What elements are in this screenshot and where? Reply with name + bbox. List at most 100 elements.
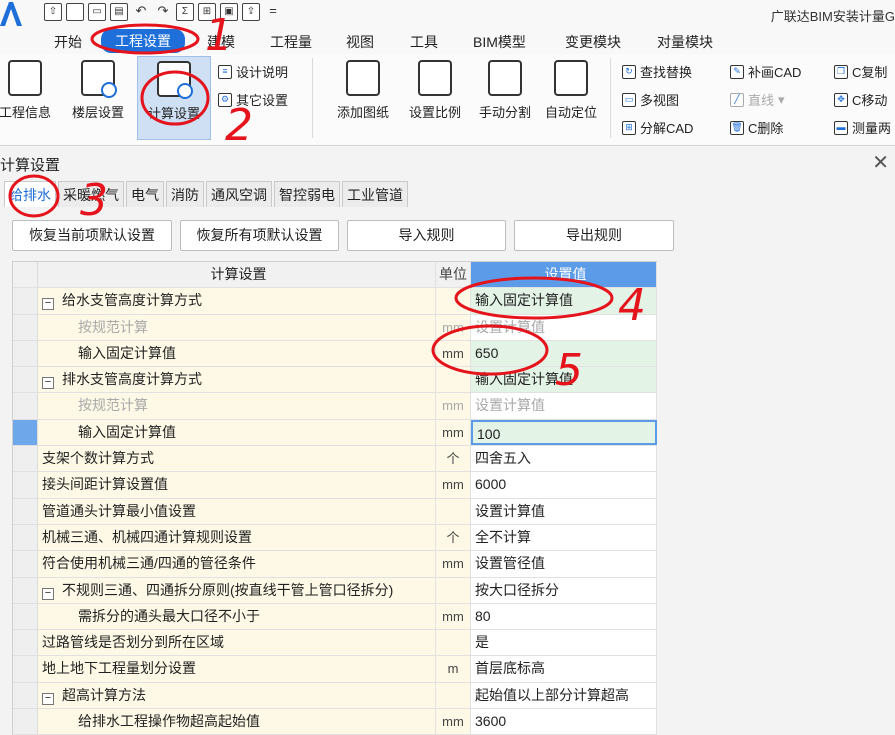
tab-water-supply-drainage[interactable]: 给排水 — [4, 181, 56, 207]
menu-start[interactable]: 开始 — [54, 32, 82, 52]
table-row[interactable]: 需拆分的通头最大口径不小于 mm 80 — [13, 603, 657, 631]
setting-value[interactable]: 全不计算 — [471, 524, 657, 551]
row-indicator — [13, 498, 38, 524]
measure-button[interactable]: ▬ 测量两 — [834, 118, 891, 137]
menu-tools[interactable]: 工具 — [410, 32, 438, 52]
setting-value[interactable]: 100 — [471, 419, 657, 446]
floor-settings-button[interactable]: 楼层设置 — [64, 56, 132, 134]
menu-compare-module[interactable]: 对量模块 — [657, 32, 713, 52]
export-rules-button[interactable]: 导出规则 — [514, 220, 674, 251]
open-icon[interactable]: ▭ — [88, 3, 106, 21]
save-icon[interactable]: ⇧ — [44, 3, 62, 21]
table-row[interactable]: 管道通头计算最小值设置 设置计算值 — [13, 498, 657, 525]
table-row[interactable]: 过路管线是否划分到所在区域 是 — [13, 630, 657, 657]
app-title: 广联达BIM安装计量G — [770, 9, 895, 24]
redraw-cad-button[interactable]: ✎ 补画CAD — [730, 62, 801, 81]
restore-current-default-button[interactable]: 恢复当前项默认设置 — [12, 220, 172, 251]
setting-value[interactable]: 6000 — [471, 472, 657, 498]
delete-c-button[interactable]: 🗑 C删除 — [730, 118, 783, 137]
setting-value[interactable]: 650 — [471, 340, 657, 367]
setting-value[interactable]: 四舍五入 — [471, 446, 657, 472]
setting-value[interactable]: 是 — [471, 630, 657, 656]
import-rules-button[interactable]: 导入规则 — [347, 220, 506, 251]
tab-heating-gas[interactable]: 采暖燃气 — [58, 181, 124, 207]
add-drawing-label: 添加图纸 — [336, 105, 389, 120]
setting-value[interactable]: 3600 — [471, 709, 657, 735]
setting-value[interactable]: 输入固定计算值 — [471, 288, 657, 314]
table-row[interactable]: 地上地下工程量划分设置 m 首层底标高 — [13, 656, 657, 683]
setting-value[interactable]: 设置计算值 — [471, 314, 657, 340]
menu-bim-model[interactable]: BIM模型 — [473, 32, 526, 52]
setting-value[interactable]: 输入固定计算值 — [471, 367, 657, 393]
setting-name: 机械三通、机械四通计算规则设置 — [38, 524, 436, 551]
menu-project-settings[interactable]: 工程设置 — [101, 29, 185, 53]
tab-hvac[interactable]: 通风空调 — [206, 181, 272, 207]
manual-split-button[interactable]: 手动分割 — [472, 56, 538, 134]
setting-value[interactable]: 首层底标高 — [471, 656, 657, 682]
explode-cad-button[interactable]: ⊞ 分解CAD — [622, 118, 693, 137]
collapse-icon[interactable]: − — [42, 298, 54, 311]
line-dropdown[interactable]: ╱ 直线 ▾ — [730, 90, 785, 109]
find-replace-button[interactable]: ↻ 查找替换 — [622, 62, 692, 81]
add-drawing-button[interactable]: 添加图纸 — [330, 56, 396, 134]
grid-icon[interactable]: ⊞ — [198, 3, 216, 21]
sum-icon[interactable]: Σ — [176, 3, 194, 21]
table-row[interactable]: 符合使用机械三通/四通的管径条件 mm 设置管径值 — [13, 551, 657, 578]
table-row[interactable]: 按规范计算 mm 设置计算值 — [13, 393, 657, 420]
collapse-icon[interactable]: − — [42, 587, 54, 600]
project-info-button[interactable]: 工程信息 — [0, 56, 56, 134]
setting-value[interactable]: 设置管径值 — [471, 551, 657, 577]
setting-value[interactable]: 80 — [471, 603, 657, 630]
auto-locate-button[interactable]: 自动定位 — [538, 56, 604, 134]
menu-view[interactable]: 视图 — [346, 32, 374, 52]
restore-all-default-button[interactable]: 恢复所有项默认设置 — [180, 220, 339, 251]
set-scale-button[interactable]: 设置比例 — [402, 56, 468, 134]
table-row[interactable]: 输入固定计算值 mm 100 — [13, 419, 657, 447]
move-c-button[interactable]: ✥ C移动 — [834, 90, 887, 109]
table-row[interactable]: − 排水支管高度计算方式 输入固定计算值 — [13, 367, 657, 394]
copy-c-button[interactable]: ❐ C复制 — [834, 62, 887, 81]
setting-name: 超高计算方法 — [62, 686, 146, 703]
table-row[interactable]: 机械三通、机械四通计算规则设置 个 全不计算 — [13, 524, 657, 552]
setting-value[interactable]: 设置计算值 — [471, 498, 657, 524]
view-icon[interactable]: ▣ — [220, 3, 238, 21]
collapse-icon[interactable]: − — [42, 377, 54, 390]
row-indicator — [13, 551, 38, 577]
redraw-cad-icon: ✎ — [730, 64, 744, 79]
tab-smart-low-voltage[interactable]: 智控弱电 — [274, 181, 340, 207]
row-indicator — [13, 603, 38, 630]
setting-value[interactable]: 按大口径拆分 — [471, 577, 657, 603]
menu-modeling[interactable]: 建模 — [207, 32, 235, 52]
customize-icon[interactable]: = — [264, 3, 282, 21]
table-row[interactable]: 接头间距计算设置值 mm 6000 — [13, 472, 657, 499]
setting-value[interactable]: 设置计算值 — [471, 393, 657, 419]
setting-value[interactable]: 起始值以上部分计算超高 — [471, 682, 657, 709]
table-row[interactable]: − 给水支管高度计算方式 输入固定计算值 — [13, 288, 657, 315]
menu-change-module[interactable]: 变更模块 — [565, 32, 621, 52]
table-row[interactable]: − 超高计算方法 起始值以上部分计算超高 — [13, 682, 657, 710]
other-settings-button[interactable]: ⚙ 其它设置 — [218, 90, 288, 109]
menu-quantity[interactable]: 工程量 — [270, 32, 312, 52]
table-row[interactable]: 支架个数计算方式 个 四舍五入 — [13, 446, 657, 473]
close-icon[interactable]: ✕ — [872, 150, 889, 175]
tab-industrial-pipeline[interactable]: 工业管道 — [342, 181, 408, 207]
export-icon[interactable]: ⇪ — [242, 3, 260, 21]
new-icon[interactable] — [66, 3, 84, 21]
line-icon: ╱ — [730, 92, 744, 107]
tab-fire-protection[interactable]: 消防 — [166, 181, 204, 207]
table-row[interactable]: − 不规则三通、四通拆分原则(按直线干管上管口径拆分) 按大口径拆分 — [13, 577, 657, 604]
multi-view-button[interactable]: ▭ 多视图 — [622, 90, 679, 109]
table-row[interactable]: 给排水工程操作物超高起始值 mm 3600 — [13, 709, 657, 735]
design-notes-button[interactable]: ≡ 设计说明 — [218, 62, 288, 81]
redo-icon[interactable]: ↷ — [154, 3, 172, 21]
print-icon[interactable]: ▤ — [110, 3, 128, 21]
row-indicator — [13, 393, 38, 419]
setting-name: 符合使用机械三通/四通的管径条件 — [38, 551, 436, 577]
undo-icon[interactable]: ↶ — [132, 3, 150, 21]
calc-settings-button[interactable]: 计算设置 — [137, 56, 211, 140]
table-row[interactable]: 按规范计算 mm 设置计算值 — [13, 314, 657, 341]
collapse-icon[interactable]: − — [42, 692, 54, 705]
row-indicator — [13, 472, 38, 498]
tab-electrical[interactable]: 电气 — [126, 181, 164, 207]
table-row[interactable]: 输入固定计算值 mm 650 — [13, 340, 657, 368]
